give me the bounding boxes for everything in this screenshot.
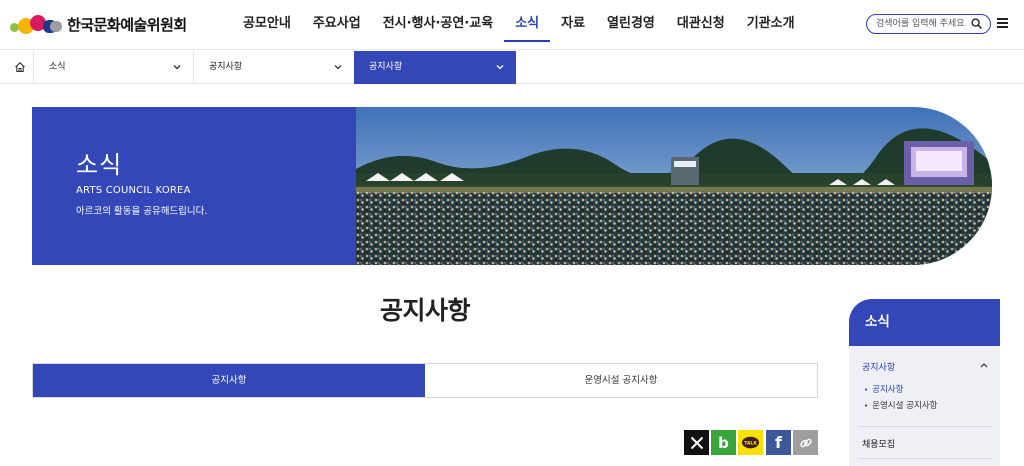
banner-title: 소식 <box>76 151 123 179</box>
nav-item-news[interactable]: 소식 <box>504 0 551 50</box>
share-facebook-button[interactable]: f <box>766 430 791 455</box>
hamburger-menu-icon[interactable] <box>997 18 1008 28</box>
chevron-down-icon <box>496 65 504 70</box>
location-select-level2[interactable]: 공지사항 <box>193 51 354 84</box>
search-input[interactable] <box>876 17 966 31</box>
side-submenu-facility-notice[interactable]: 운영시설 공지사항 <box>864 399 937 411</box>
site-header: 한국문화예술위원회 공모안내 주요사업 전시·행사·공연·교육 소식 자료 열린… <box>0 0 1024 50</box>
x-logo-icon <box>690 436 703 449</box>
nav-item-projects[interactable]: 주요사업 <box>302 0 372 50</box>
location-select-level1[interactable]: 소식 <box>33 51 193 84</box>
location-bar: 소식 공지사항 공지사항 <box>0 51 1024 84</box>
share-x-button[interactable] <box>684 430 709 455</box>
side-menu-title: 소식 <box>849 299 1000 346</box>
tab-facility-notice[interactable]: 운영시설 공지사항 <box>425 364 817 397</box>
nav-item-materials[interactable]: 자료 <box>550 0 596 50</box>
facebook-logo-icon: f <box>775 433 782 452</box>
kakao-talk-label: TALK <box>744 440 757 446</box>
nav-item-open-management[interactable]: 열린경영 <box>596 0 666 50</box>
copy-link-button[interactable] <box>793 430 818 455</box>
kakaotalk-icon: TALK <box>742 436 759 448</box>
chevron-down-icon <box>334 65 342 70</box>
nav-item-events[interactable]: 전시·행사·공연·교육 <box>372 0 505 50</box>
content-tabs: 공지사항 운영시설 공지사항 <box>32 363 818 398</box>
banner-subtitle-ko: 아르코의 활동을 공유해드립니다. <box>76 206 208 217</box>
location-select-level3[interactable]: 공지사항 <box>354 51 516 84</box>
side-menu-divider <box>859 426 992 427</box>
banner-text-panel: 소식 ARTS COUNCIL KOREA 아르코의 활동을 공유해드립니다. <box>32 107 356 265</box>
global-nav: 공모안내 주요사업 전시·행사·공연·교육 소식 자료 열린경영 대관신청 기관… <box>232 0 806 50</box>
search-icon[interactable] <box>971 18 982 29</box>
location-level1-label: 소식 <box>49 62 66 72</box>
side-menu-item-notice[interactable]: 공지사항 <box>862 360 895 373</box>
home-icon[interactable] <box>14 61 26 73</box>
site-logo[interactable]: 한국문화예술위원회 <box>10 14 187 35</box>
location-level2-label: 공지사항 <box>209 62 243 72</box>
page-title: 공지사항 <box>379 296 471 325</box>
festival-crowd-image <box>356 107 992 265</box>
chevron-down-icon <box>173 65 181 70</box>
side-menu-item-recruit[interactable]: 채용모집 <box>862 437 895 450</box>
chevron-up-icon[interactable] <box>980 362 988 368</box>
banner-photo <box>356 107 992 265</box>
side-menu-divider <box>859 458 992 459</box>
nav-item-about[interactable]: 기관소개 <box>736 0 806 50</box>
logo-mark-icon <box>10 14 62 35</box>
search-box <box>866 14 991 34</box>
band-logo-icon: b <box>718 433 729 452</box>
side-menu: 공지사항 공지사항 운영시설 공지사항 채용모집 <box>849 346 1000 466</box>
side-submenu-notice[interactable]: 공지사항 <box>864 383 903 395</box>
logo-text: 한국문화예술위원회 <box>67 16 187 34</box>
nav-item-rental[interactable]: 대관신청 <box>666 0 736 50</box>
tab-notice[interactable]: 공지사항 <box>33 364 425 397</box>
location-level3-label: 공지사항 <box>369 62 403 72</box>
nav-item-contest[interactable]: 공모안내 <box>232 0 302 50</box>
share-band-button[interactable]: b <box>711 430 736 455</box>
share-kakaotalk-button[interactable]: TALK <box>738 430 763 455</box>
banner-subtitle-en: ARTS COUNCIL KOREA <box>76 185 191 196</box>
link-icon <box>799 438 812 447</box>
